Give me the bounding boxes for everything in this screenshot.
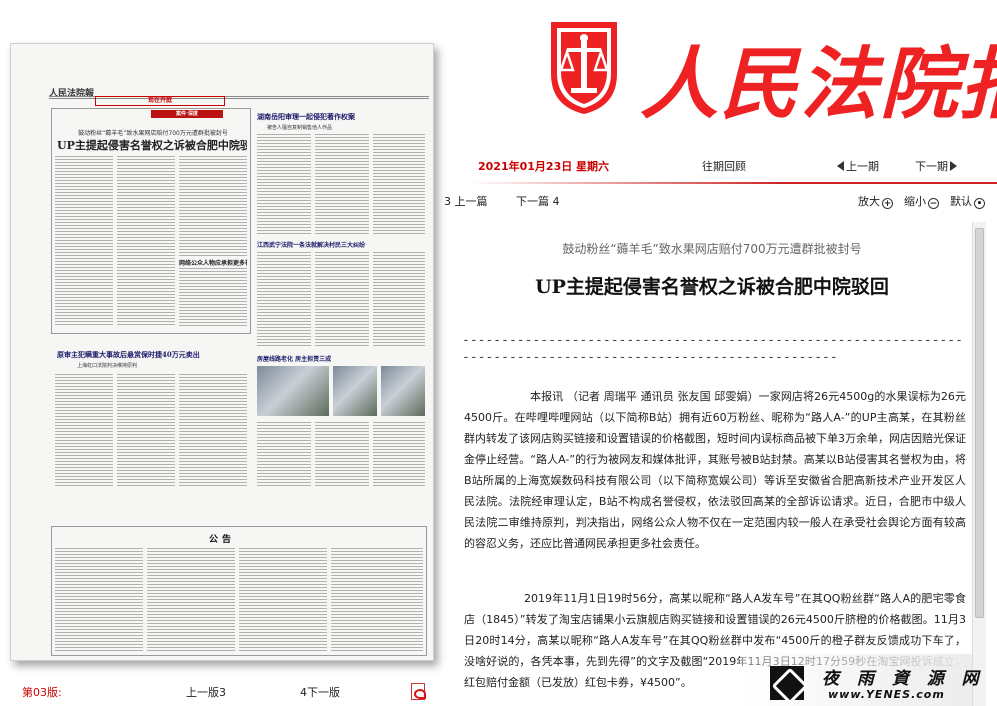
page-section-banner: 现在开庭 bbox=[95, 96, 225, 106]
text-column bbox=[257, 422, 311, 486]
watermark: 夜 雨 資 源 网 www.YENES.com bbox=[740, 654, 979, 706]
article-divider: ----------------------------------------… bbox=[462, 333, 963, 364]
newspaper-page-image[interactable]: 人民法院報 现在开庭 案件·深度 鼓动粉丝“薅羊毛”致水果网店赔付700万元遭群… bbox=[10, 43, 434, 661]
news-photo bbox=[333, 366, 377, 416]
news-photo bbox=[257, 366, 329, 416]
text-column bbox=[117, 374, 175, 486]
zoom-out-button[interactable]: 缩小 − bbox=[904, 193, 939, 209]
zoom-in-button[interactable]: 放大 + bbox=[858, 193, 893, 209]
issue-date: 2021年01月23日 星期六 bbox=[478, 160, 610, 173]
watermark-logo-icon bbox=[770, 666, 804, 700]
prev-issue-link[interactable]: 上一期 bbox=[837, 158, 879, 174]
next-edition-link[interactable]: 4下一版 bbox=[300, 684, 340, 700]
right3-story-headline[interactable]: 房屋线路老化 房主担责三成 bbox=[257, 354, 423, 363]
lead-story-headline[interactable]: UP主提起侵害名誉权之诉被合肥中院驳回 bbox=[57, 137, 247, 153]
text-column bbox=[179, 268, 247, 326]
right-story-sub: 被告人擅自复制销售他人作品 bbox=[267, 125, 333, 131]
article-scrollbar[interactable] bbox=[972, 222, 986, 706]
text-column bbox=[373, 134, 425, 234]
text-column bbox=[257, 134, 311, 234]
scrollbar-thumb[interactable] bbox=[975, 228, 984, 618]
pdf-icon[interactable] bbox=[411, 683, 426, 700]
zoom-default-button[interactable]: 默认 • bbox=[950, 193, 985, 209]
notice-heading: 公告 bbox=[209, 535, 236, 545]
text-column bbox=[179, 374, 247, 486]
article-title: UP主提起侵害名誉权之诉被合肥中院驳回 bbox=[535, 276, 889, 298]
reset-circle-icon: • bbox=[974, 198, 985, 209]
prev-edition-link[interactable]: 上一版3 bbox=[186, 684, 226, 700]
history-link[interactable]: 往期回顾 bbox=[702, 158, 746, 174]
right2-story-headline[interactable]: 江西武宁法院一条法就解决村民三大纠纷 bbox=[257, 240, 423, 249]
column-tag: 案件·深度 bbox=[151, 110, 223, 118]
zoom-in-label: 放大 bbox=[858, 195, 880, 208]
page-footer-nav: 第03版: 上一版3 4下一版 bbox=[0, 676, 452, 706]
notice-column bbox=[239, 548, 327, 652]
prev-issue-label: 上一期 bbox=[846, 160, 879, 173]
text-column bbox=[257, 252, 311, 348]
next-issue-link[interactable]: 下一期 bbox=[915, 158, 957, 174]
news-photo bbox=[381, 366, 425, 416]
article-paragraph: 本报讯 （记者 周瑞平 通讯员 张友国 邱雯娟）一家网店将26元4500g的水果… bbox=[464, 390, 966, 550]
header-divider bbox=[470, 182, 997, 184]
mid-headline[interactable]: 网络公众人物应承担更多社会责任 bbox=[179, 258, 247, 267]
bottom-story-headline[interactable]: 原审主犯瞒重大事故后悬赏保时捷40万元卖出 bbox=[57, 350, 247, 360]
arrow-left-icon bbox=[837, 161, 844, 171]
notice-column bbox=[147, 548, 235, 652]
minus-circle-icon: − bbox=[928, 198, 939, 209]
text-column bbox=[315, 134, 369, 234]
notice-column bbox=[331, 548, 423, 652]
text-column bbox=[373, 252, 425, 348]
right-story-headline[interactable]: 湖南岳阳审理一起侵犯著作权案 bbox=[257, 112, 423, 122]
prev-article-link[interactable]: 3 上一篇 bbox=[444, 193, 488, 209]
plus-circle-icon: + bbox=[882, 198, 893, 209]
bottom-story-sub: 上海虹口法院判决维持原判 bbox=[77, 363, 138, 369]
zoom-default-label: 默认 bbox=[950, 195, 972, 208]
arrow-right-icon bbox=[950, 161, 957, 171]
text-column bbox=[117, 156, 175, 326]
next-issue-label: 下一期 bbox=[915, 160, 948, 173]
article-subtitle: 鼓动粉丝“薅羊毛”致水果网店赔付700万元遭群批被封号 bbox=[562, 242, 862, 256]
court-emblem-icon bbox=[551, 22, 617, 114]
text-column bbox=[315, 252, 369, 348]
article-content: 鼓动粉丝“薅羊毛”致水果网店赔付700万元遭群批被封号 UP主提起侵害名誉权之诉… bbox=[452, 222, 972, 706]
lead-story-kicker: 鼓动粉丝“薅羊毛”致水果网店赔付700万元遭群批被封号 bbox=[78, 130, 228, 137]
article-nav: 3 上一篇 下一篇 4 放大 + 缩小 − 默认 • bbox=[442, 190, 997, 212]
date-bar: 2021年01月23日 星期六 往期回顾 上一期 下一期 bbox=[470, 150, 997, 184]
zoom-out-label: 缩小 bbox=[904, 195, 926, 208]
watermark-text: 夜 雨 資 源 网 bbox=[822, 669, 985, 689]
next-article-link[interactable]: 下一篇 4 bbox=[516, 193, 560, 209]
edition-label[interactable]: 第03版: bbox=[22, 684, 62, 700]
text-column bbox=[55, 374, 113, 486]
notice-column bbox=[55, 548, 143, 652]
watermark-url: www.YENES.com bbox=[828, 688, 945, 701]
site-logo-title: 人民法院报 bbox=[640, 39, 997, 130]
text-column bbox=[315, 422, 369, 486]
newspaper-page-panel: 人民法院報 现在开庭 案件·深度 鼓动粉丝“薅羊毛”致水果网店赔付700万元遭群… bbox=[0, 0, 452, 706]
site-header: 人民法院报 bbox=[470, 0, 997, 130]
text-column bbox=[55, 156, 113, 326]
text-column bbox=[179, 156, 247, 256]
text-column bbox=[373, 422, 425, 486]
